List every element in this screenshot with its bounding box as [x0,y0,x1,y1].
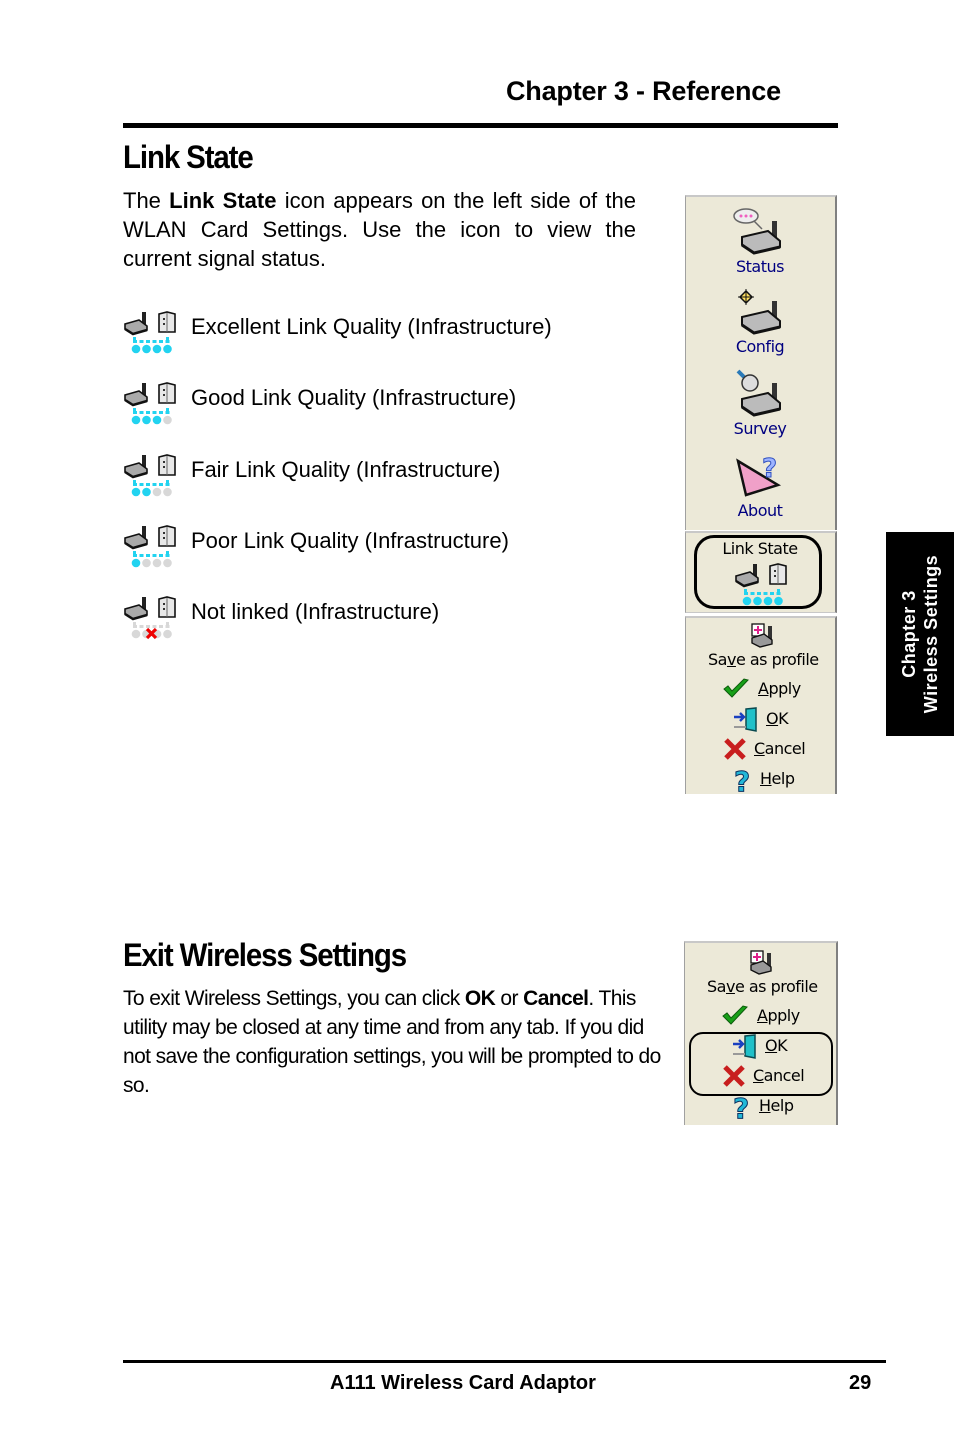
action-label: Apply [758,679,801,698]
legend-label: Excellent Link Quality (Infrastructure) [191,314,552,339]
label-text: e as profile [735,650,819,669]
mnemonic-letter: v [725,977,735,996]
link-quality-icon [124,311,176,354]
help-button[interactable]: ? Help [686,766,836,795]
header-rule [123,123,838,128]
nav-label: Config [735,337,785,356]
mnemonic-letter: H [760,769,772,788]
label-text: pply [768,679,801,698]
link-state-title: Link State [123,139,254,175]
nav-item-about[interactable]: ? About [686,451,834,520]
actions-panel: Save as profile Apply OK Cancel? Help [685,616,837,795]
link-state-panel[interactable]: Link State [685,531,837,613]
label-text: elp [770,1096,794,1115]
nav-label: Survey [733,419,787,438]
legend-item: Not linked (Infrastructure) [123,595,623,647]
action-label: Help [760,769,795,788]
ok-button[interactable]: OK [686,706,836,734]
highlight-ring [689,1032,833,1096]
page-number: 29 [849,1372,872,1394]
side-tab: Chapter 3 Wireless Settings [886,532,954,736]
legend-label: Poor Link Quality (Infrastructure) [191,528,509,553]
link-state-label: Link State [722,539,798,558]
nav-item-survey[interactable]: Survey [686,369,834,438]
mnemonic-letter: C [754,739,765,758]
about-icon: ? [736,454,782,497]
link-quality-icon [124,382,176,425]
checkmark-icon [723,678,749,698]
label-text: K [778,709,789,728]
label-text: pply [767,1006,800,1025]
exit-body: To exit Wireless Settings, you can click… [123,984,663,1100]
label-text: Sa [708,650,727,669]
action-label: Save as profile [708,650,819,669]
cancel-button[interactable]: Cancel [686,736,836,764]
nav-item-config[interactable]: Config [686,289,834,356]
actions-panel-exit: Save as profile Apply OK Cancel? Help [684,941,838,1125]
label-text: ancel [764,739,806,758]
legend-label: Not linked (Infrastructure) [191,599,440,624]
save-profile-button[interactable]: Save as profile [686,618,836,669]
config-router-icon [738,289,781,335]
nav-item-status[interactable]: Status [686,205,834,276]
intro-text: The [123,188,170,213]
action-label: Cancel [754,739,806,758]
label-text: e as profile [734,977,818,996]
action-label: OK [766,709,789,728]
link-state-excellent-icon [735,563,787,606]
action-label: Apply [757,1006,800,1025]
intro-bold: Link State [169,188,277,213]
legend-item: Poor Link Quality (Infrastructure) [123,524,623,576]
save-profile-icon [750,950,772,975]
save-profile-button[interactable]: Save as profile [685,945,835,996]
checkmark-icon [722,1005,748,1025]
body-text: To exit Wireless Settings, you can click [123,987,465,1010]
chapter-header: Chapter 3 - Reference [506,76,781,106]
link-state-intro: The Link State icon appears on the left … [123,186,636,273]
link-quality-icon [124,525,176,568]
mnemonic-letter: H [759,1096,771,1115]
ok-bold: OK [464,987,496,1010]
link-quality-icon [124,454,176,497]
nav-label: Status [736,257,784,276]
cancel-bold: Cancel [523,987,589,1010]
mnemonic-letter: A [757,1006,768,1025]
body-text: or [495,987,524,1010]
action-label: Save as profile [707,977,818,996]
help-question-icon: ? [734,767,751,795]
exit-title: Exit Wireless Settings [123,937,407,973]
footer-rule [123,1360,886,1363]
legend-item: Good Link Quality (Infrastructure) [123,381,623,433]
legend-item: Fair Link Quality (Infrastructure) [123,453,623,505]
svg-text:?: ? [762,454,777,484]
action-label: Help [759,1096,794,1115]
nav-label: About [737,501,783,520]
label-text: Sa [707,977,726,996]
mnemonic-letter: A [758,679,769,698]
side-tab-line1: Chapter 3 [899,590,919,678]
save-profile-icon [751,623,773,648]
exit-door-icon [734,707,757,732]
svg-text:?: ? [733,1094,749,1122]
apply-button[interactable]: Apply [685,1003,835,1031]
help-question-icon: ? [733,1094,750,1122]
legend-label: Fair Link Quality (Infrastructure) [191,457,501,482]
survey-router-icon [736,369,781,417]
svg-text:?: ? [734,767,750,795]
footer-title: A111 Wireless Card Adaptor [330,1372,596,1394]
status-router-icon [733,208,781,255]
nav-panel: Status Config Survey ? About [685,195,837,530]
help-button[interactable]: ? Help [685,1093,835,1122]
legend-label: Good Link Quality (Infrastructure) [191,385,517,410]
mnemonic-letter: v [726,650,736,669]
side-tab-line2: Wireless Settings [921,554,941,714]
red-x-icon [724,738,746,760]
mnemonic-letter: O [766,709,779,728]
label-text: elp [771,769,795,788]
legend-item: Excellent Link Quality (Infrastructure) [123,310,623,362]
apply-button[interactable]: Apply [686,676,836,704]
not-linked-icon [124,596,176,640]
